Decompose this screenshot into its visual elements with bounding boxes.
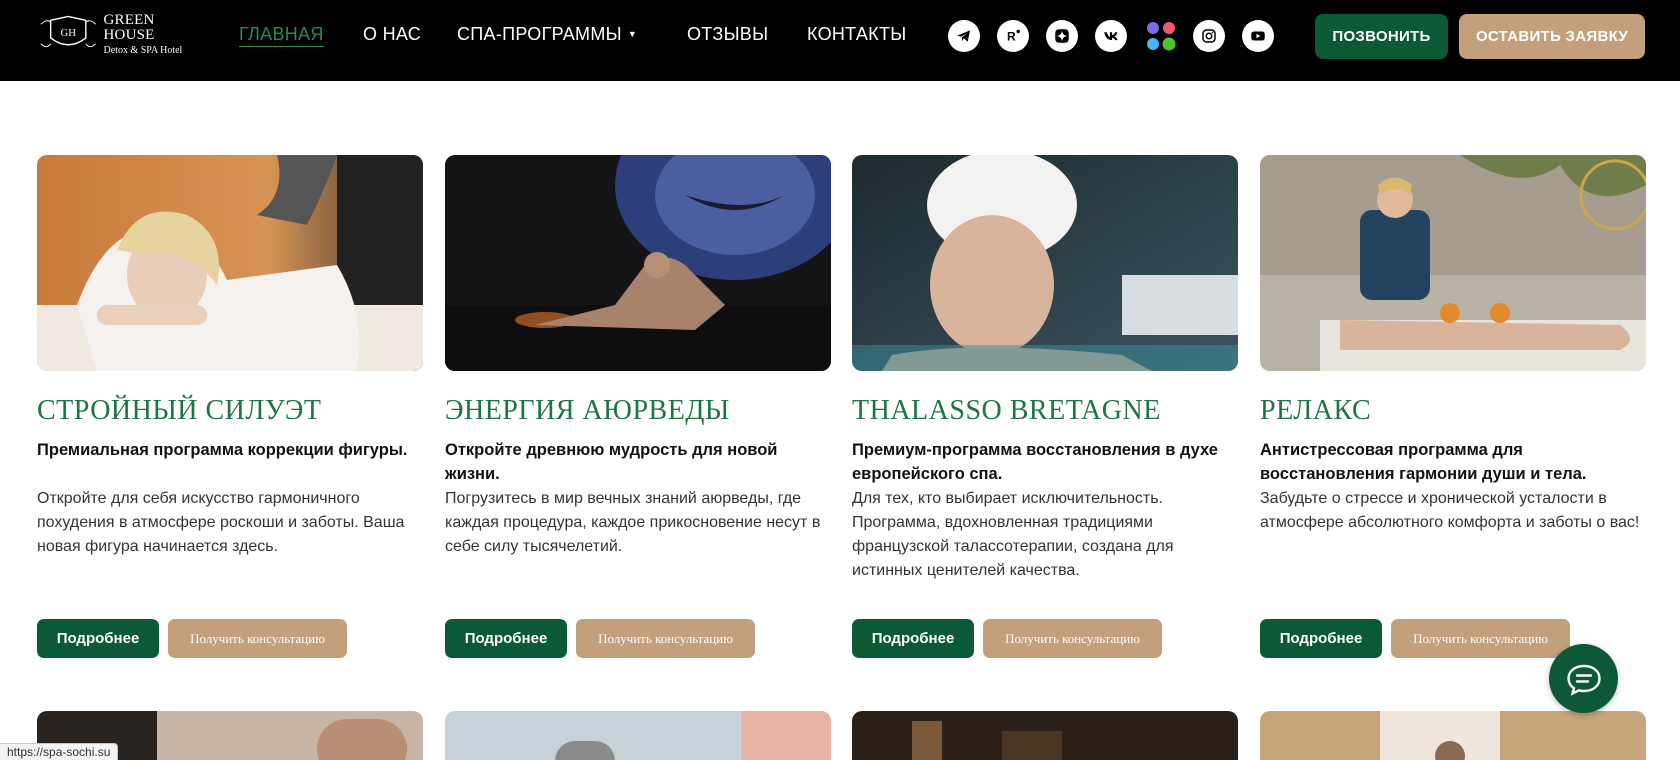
- logo-title: GREEN HOUSE: [103, 11, 155, 43]
- consult-button[interactable]: Получить консультацию: [168, 619, 347, 658]
- rutube-icon[interactable]: R: [997, 20, 1029, 52]
- program-lead: Премиум-программа восстановления в духе …: [852, 441, 1218, 483]
- logo[interactable]: GH GREEN HOUSE Detox & SPA Hotel: [37, 11, 207, 56]
- site-header: GH GREEN HOUSE Detox & SPA Hotel ГЛАВНАЯ…: [0, 0, 1680, 81]
- program-photo-row2-3[interactable]: [852, 711, 1238, 760]
- nav-item-spa-programs-label: СПА-ПРОГРАММЫ: [457, 24, 622, 44]
- program-description: Погрузитесь в мир вечных знаний аюрведы,…: [445, 490, 821, 555]
- photo-fragment: [912, 721, 942, 760]
- program-card-silhouette: СТРОЙНЫЙ СИЛУЭТ Премиальная программа ко…: [37, 155, 423, 658]
- program-description: Забудьте о стрессе и хронической усталос…: [1260, 490, 1640, 531]
- program-photo-thalasso[interactable]: [852, 155, 1238, 371]
- program-lead: Откройте древнюю мудрость для новой жизн…: [445, 441, 778, 483]
- more-button[interactable]: Подробнее: [37, 619, 159, 658]
- photo-fragment: [1002, 731, 1062, 760]
- program-photo-row2-2[interactable]: [445, 711, 831, 760]
- program-photo-ayurveda[interactable]: [445, 155, 831, 371]
- caret-down-icon: ▼: [627, 29, 638, 39]
- program-card-ayurveda: ЭНЕРГИЯ АЮРВЕДЫ Откройте древнюю мудрост…: [445, 155, 831, 658]
- more-button[interactable]: Подробнее: [852, 619, 974, 658]
- program-photo-row2-4[interactable]: [1260, 711, 1646, 760]
- program-lead: Антистрессовая программа для восстановле…: [1260, 441, 1587, 483]
- program-title: РЕЛАКС: [1260, 395, 1372, 426]
- program-description: Откройте для себя искусство гармоничного…: [37, 490, 405, 555]
- nav-item-spa-programs[interactable]: СПА-ПРОГРАММЫ ▼: [457, 24, 637, 45]
- call-button[interactable]: ПОЗВОНИТЬ: [1315, 14, 1448, 59]
- more-button[interactable]: Подробнее: [1260, 619, 1382, 658]
- more-button[interactable]: Подробнее: [445, 619, 567, 658]
- dots-app-icon[interactable]: [1144, 19, 1178, 53]
- consult-button[interactable]: Получить консультацию: [576, 619, 755, 658]
- program-photo-relax[interactable]: [1260, 155, 1646, 371]
- program-title: THALASSO BRETAGNE: [852, 395, 1161, 426]
- program-title: СТРОЙНЫЙ СИЛУЭТ: [37, 395, 322, 426]
- consult-button[interactable]: Получить консультацию: [983, 619, 1162, 658]
- photo-fragment: [317, 719, 407, 760]
- svg-text:R: R: [1007, 30, 1016, 44]
- program-title: ЭНЕРГИЯ АЮРВЕДЫ: [445, 395, 730, 426]
- program-lead: Премиальная программа коррекции фигуры.: [37, 441, 408, 459]
- logo-subtitle: Detox & SPA Hotel: [103, 44, 183, 56]
- youtube-icon[interactable]: [1242, 20, 1274, 52]
- status-bar-url: https://spa-sochi.su: [0, 743, 119, 760]
- chat-widget-button[interactable]: [1549, 644, 1618, 713]
- nav-item-contacts[interactable]: КОНТАКТЫ: [807, 24, 907, 45]
- nav-item-about[interactable]: О НАС: [363, 24, 421, 45]
- program-card-thalasso: THALASSO BRETAGNE Премиум-программа восс…: [852, 155, 1238, 658]
- program-card-relax: РЕЛАКС Антистрессовая программа для восс…: [1260, 155, 1646, 658]
- request-button[interactable]: ОСТАВИТЬ ЗАЯВКУ: [1459, 14, 1645, 59]
- vk-icon[interactable]: [1095, 20, 1127, 52]
- consult-button[interactable]: Получить консультацию: [1391, 619, 1570, 658]
- logo-crest-icon: GH: [40, 15, 96, 48]
- nav-item-reviews[interactable]: ОТЗЫВЫ: [687, 24, 768, 45]
- photo-fragment: [741, 711, 831, 760]
- program-description: Для тех, кто выбирает исключительность. …: [852, 490, 1174, 579]
- instagram-icon[interactable]: [1193, 20, 1225, 52]
- logo-text: GREEN HOUSE Detox & SPA Hotel: [103, 11, 207, 56]
- dzen-icon[interactable]: [1046, 20, 1078, 52]
- program-photo-silhouette[interactable]: [37, 155, 423, 371]
- nav-item-home[interactable]: ГЛАВНАЯ: [239, 24, 324, 47]
- chat-bubble-icon: [1566, 664, 1601, 696]
- telegram-icon[interactable]: [948, 20, 980, 52]
- photo-fragment: [555, 741, 615, 760]
- logo-monogram: GH: [61, 27, 77, 39]
